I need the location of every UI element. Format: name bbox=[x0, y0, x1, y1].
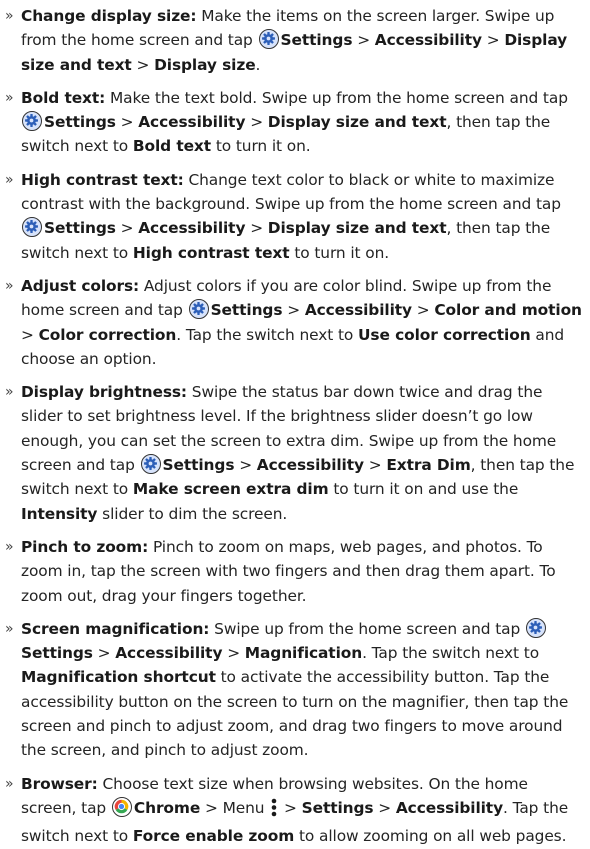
body-text: to allow zooming on all web pages. bbox=[298, 827, 567, 846]
bold-term: Accessibility bbox=[138, 219, 246, 238]
bold-term: Force enable zoom bbox=[132, 827, 295, 846]
body-text: > bbox=[368, 456, 382, 475]
body-text: > bbox=[287, 301, 301, 320]
bold-term: Magnification bbox=[244, 644, 363, 663]
bold-term: Chrome bbox=[133, 798, 201, 817]
bold-term: Display size and text bbox=[267, 113, 447, 132]
list-item: » Adjust colors: Adjust colors if you are… bbox=[5, 274, 586, 371]
bullet-marker: » bbox=[5, 538, 14, 555]
bold-term: Bold text bbox=[132, 137, 212, 156]
accessibility-list: » Change display size: Make the items on … bbox=[5, 4, 586, 849]
bold-term: Settings bbox=[44, 113, 116, 132]
bullet-marker: » bbox=[5, 620, 14, 637]
body-text: > bbox=[227, 644, 240, 663]
body-text: > bbox=[239, 456, 252, 475]
list-item: » Bold text: Make the text bold. Swipe up… bbox=[5, 86, 586, 159]
bold-term: Display size and text bbox=[267, 219, 447, 238]
bullet-marker: » bbox=[5, 8, 14, 24]
body-text: > Menu bbox=[204, 798, 265, 817]
accessibility-page: » Change display size: Make the items on … bbox=[0, 0, 590, 845]
body-text: > bbox=[136, 55, 150, 74]
bold-term: Settings bbox=[162, 456, 235, 475]
body-text: . Tap the switch next to bbox=[362, 644, 540, 663]
list-item: » Browser: Choose text size when browsing… bbox=[5, 772, 586, 849]
item-title: High contrast text: bbox=[21, 170, 184, 189]
bold-term: Accessibility bbox=[374, 31, 482, 50]
settings-icon bbox=[22, 111, 42, 132]
body-text: to turn it on and use the bbox=[333, 480, 519, 499]
body-text: > bbox=[378, 798, 392, 817]
settings-icon bbox=[140, 454, 161, 475]
bold-term: Settings bbox=[44, 219, 116, 238]
bold-term: Accessibility bbox=[256, 456, 364, 475]
body-text: . bbox=[255, 55, 261, 74]
bullet-marker: » bbox=[5, 775, 14, 792]
bold-term: Color and motion bbox=[434, 301, 582, 320]
bold-term: Extra Dim bbox=[386, 456, 471, 475]
item-title: Display brightness: bbox=[21, 383, 187, 402]
item-title: Browser: bbox=[21, 774, 98, 793]
body-text: to turn it on. bbox=[215, 137, 311, 156]
bold-term: Settings bbox=[210, 301, 283, 320]
chrome-icon bbox=[111, 796, 132, 817]
bold-term: Display size bbox=[154, 55, 256, 74]
list-item: » High contrast text: Change text color t… bbox=[5, 168, 586, 265]
bold-term: Accessibility bbox=[138, 113, 246, 132]
item-title: Pinch to zoom: bbox=[21, 537, 149, 556]
body-text: Swipe up from the home screen and tap bbox=[214, 619, 521, 638]
bold-term: Settings bbox=[280, 31, 353, 50]
settings-icon bbox=[258, 29, 279, 50]
bold-term: Accessibility bbox=[395, 798, 504, 817]
body-text: > bbox=[284, 798, 297, 817]
body-text: > bbox=[120, 113, 134, 132]
body-text: > bbox=[416, 301, 430, 320]
body-text: . Tap the switch next to bbox=[176, 325, 354, 344]
body-text: > bbox=[97, 644, 111, 663]
bullet-marker: » bbox=[5, 171, 14, 188]
body-text: > bbox=[250, 219, 263, 238]
bold-term: Accessibility bbox=[304, 301, 412, 320]
bold-term: Accessibility bbox=[115, 644, 223, 663]
bold-term: Make screen extra dim bbox=[132, 480, 329, 499]
bold-term: Color correction bbox=[38, 325, 177, 344]
settings-icon bbox=[525, 617, 546, 638]
bullet-marker: » bbox=[5, 89, 14, 106]
body-text: > bbox=[357, 31, 370, 50]
body-text: > bbox=[250, 113, 263, 132]
bullet-marker: » bbox=[5, 277, 14, 294]
list-item: » Change display size: Make the items on … bbox=[5, 4, 586, 77]
body-text: slider to dim the screen. bbox=[102, 504, 288, 523]
bullet-marker: » bbox=[5, 384, 14, 401]
body-text: > bbox=[21, 325, 34, 344]
list-item: » Pinch to zoom: Pinch to zoom on maps, w… bbox=[5, 535, 586, 608]
body-text: to turn it on. bbox=[294, 243, 390, 262]
item-title: Bold text: bbox=[21, 88, 106, 107]
bold-term: Magnification shortcut bbox=[21, 668, 216, 687]
settings-icon bbox=[188, 299, 209, 320]
bold-term: Settings bbox=[301, 798, 374, 817]
body-text: > bbox=[120, 219, 134, 238]
bold-term: Use color correction bbox=[358, 325, 531, 344]
settings-icon bbox=[22, 217, 42, 238]
body-text: Make the text bold. Swipe up from the ho… bbox=[110, 88, 568, 107]
list-item: » Screen magnification: Swipe up from the… bbox=[5, 617, 586, 763]
item-title: Change display size: bbox=[21, 7, 197, 25]
item-title: Screen magnification: bbox=[21, 619, 210, 638]
item-title: Adjust colors: bbox=[21, 276, 140, 295]
list-item: » Display brightness: Swipe the status ba… bbox=[5, 380, 586, 526]
bold-term: High contrast text bbox=[132, 243, 290, 262]
body-text: > bbox=[486, 31, 500, 50]
bold-term: Intensity bbox=[21, 504, 98, 523]
menu-icon bbox=[271, 798, 277, 824]
bold-term: Settings bbox=[21, 644, 93, 663]
